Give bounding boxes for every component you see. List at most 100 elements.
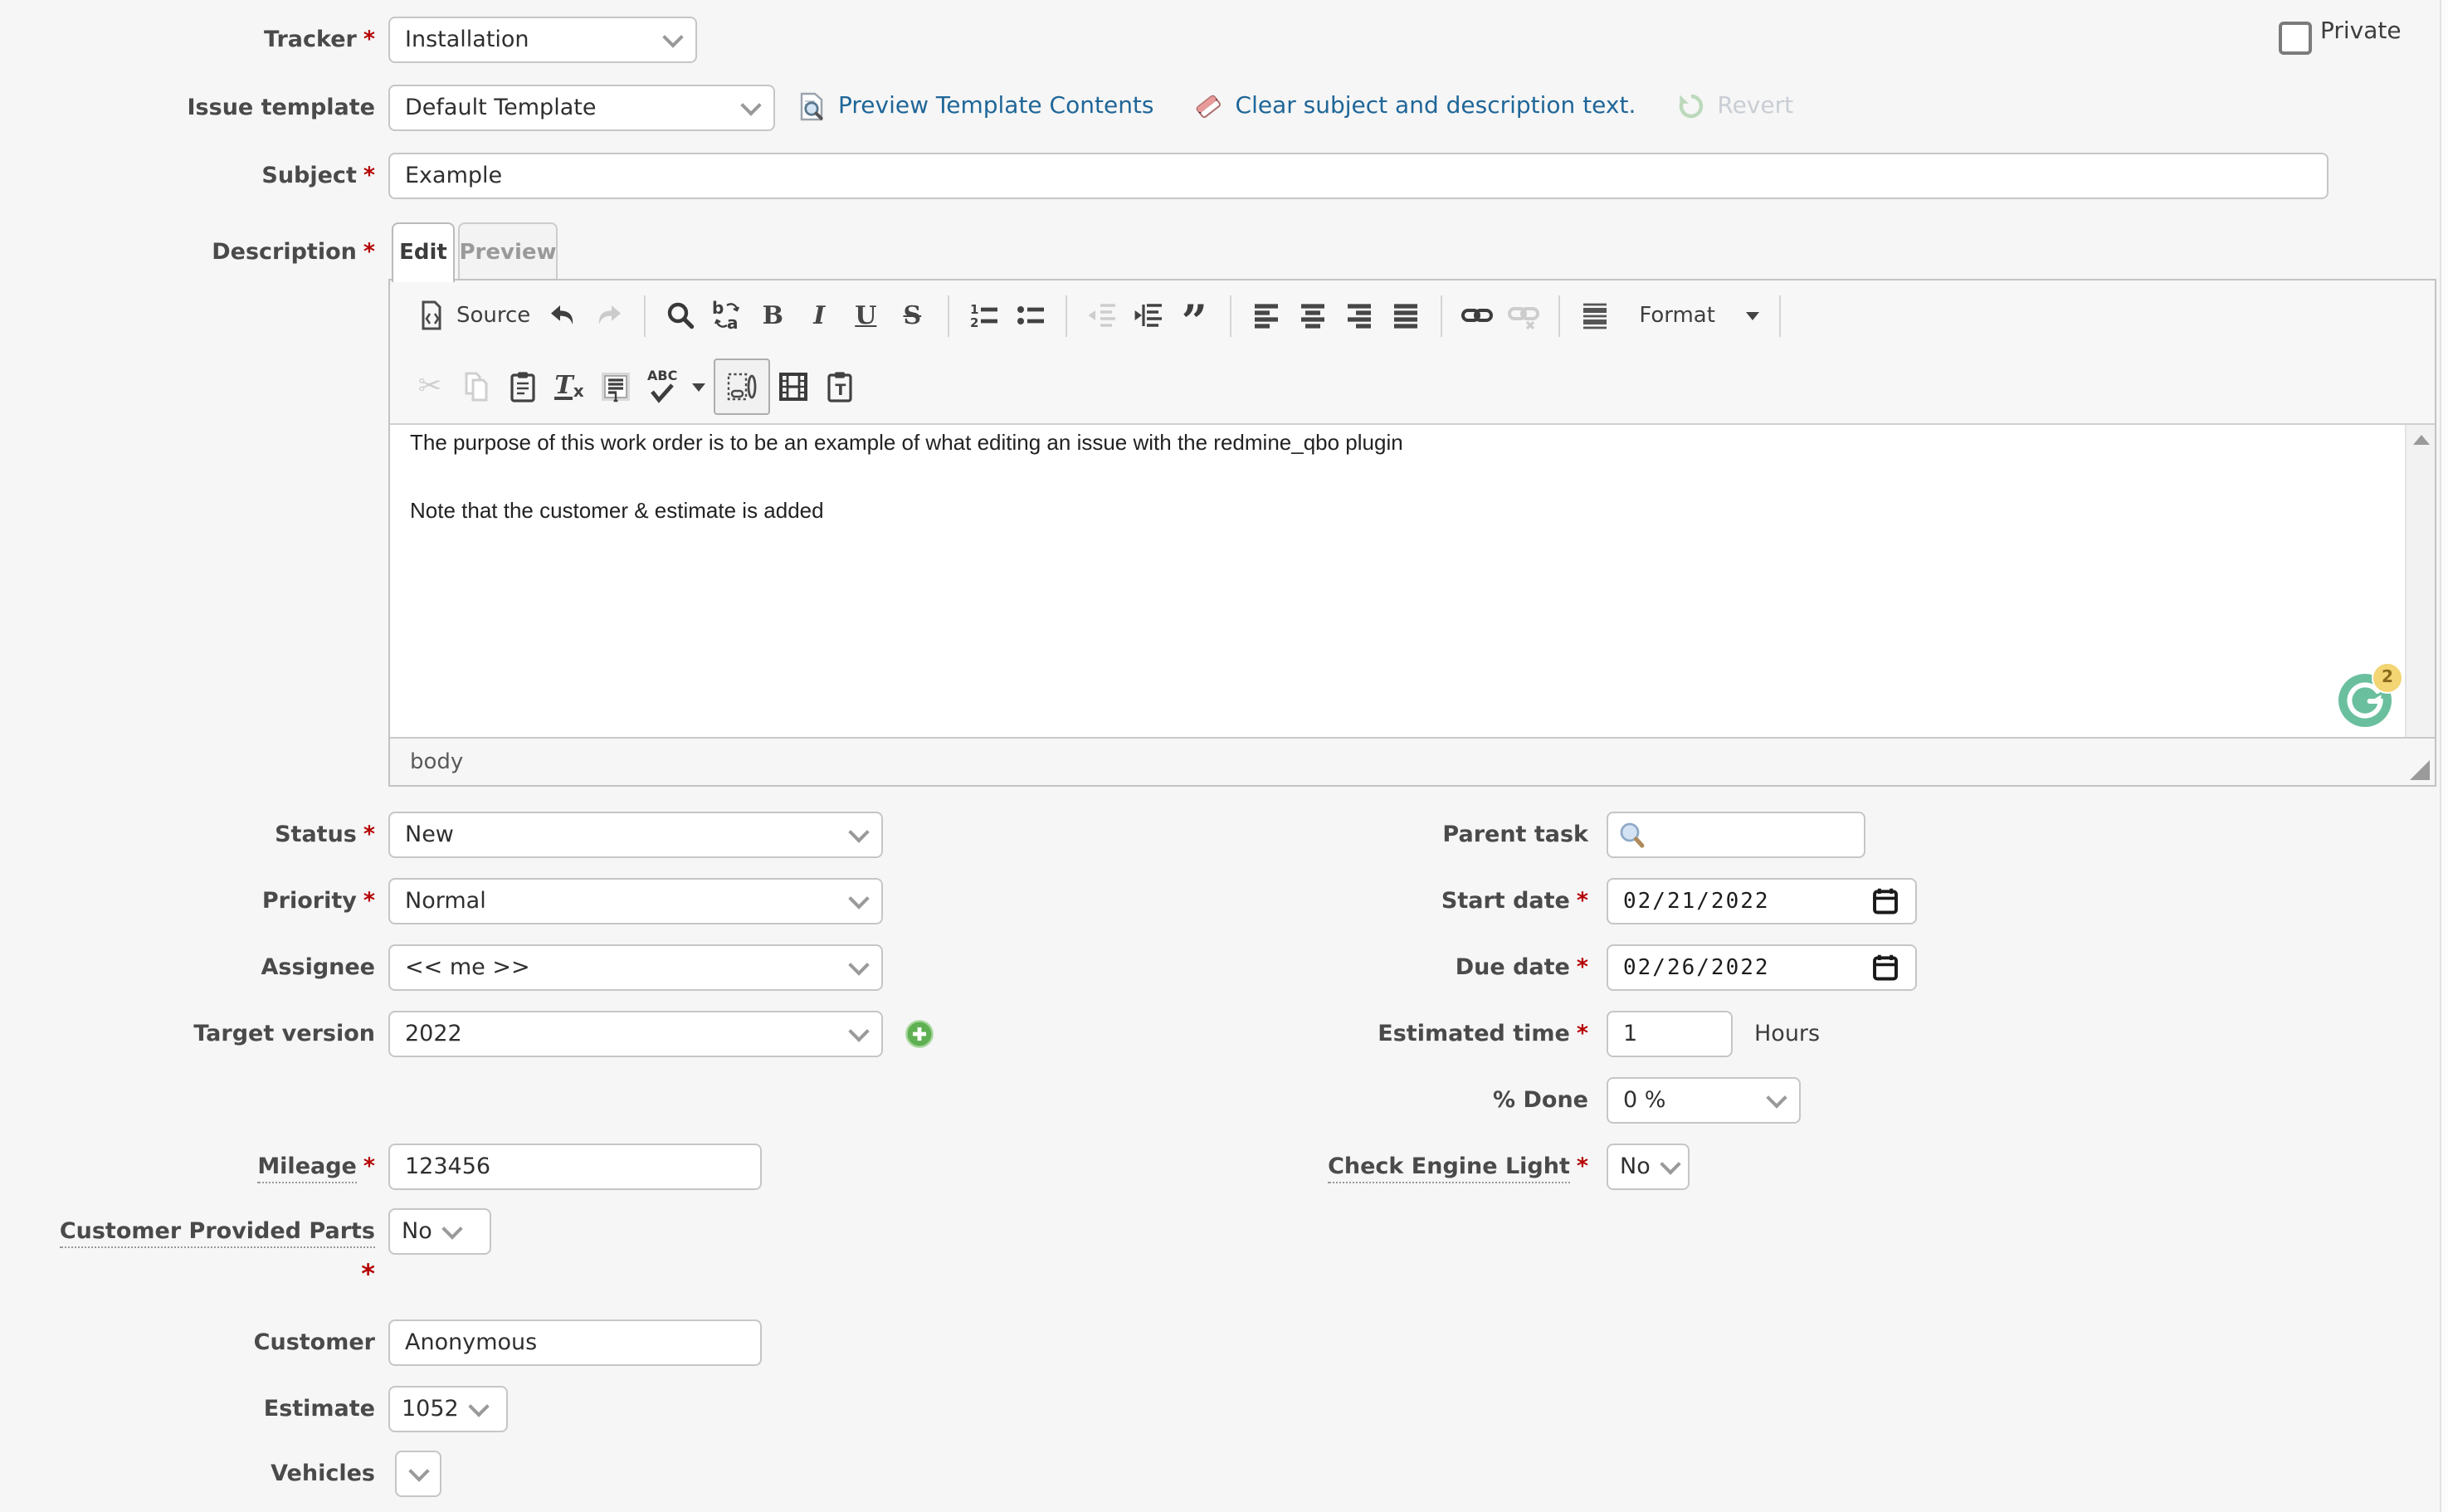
show-blocks-icon[interactable]: [714, 358, 770, 415]
revert-link: Revert: [1717, 93, 1793, 119]
start-date-input[interactable]: 02/21/2022: [1607, 878, 1917, 924]
description-content[interactable]: The purpose of this work order is to be …: [390, 423, 2435, 737]
link-button[interactable]: [1453, 292, 1500, 339]
indent-button[interactable]: [1124, 292, 1171, 339]
chevron-down-icon: [848, 954, 869, 975]
status-label: Status*: [0, 812, 375, 858]
editor-toolbar-row2: ✂ Tx ABC T: [390, 350, 2435, 423]
remove-format-icon[interactable]: Tx: [546, 363, 592, 410]
add-version-button[interactable]: [905, 1019, 934, 1049]
preview-template-link[interactable]: Preview Template Contents: [838, 93, 1154, 119]
chevron-down-icon: [848, 1021, 869, 1041]
estimated-time-input[interactable]: 1: [1607, 1011, 1733, 1057]
undo-button[interactable]: [539, 292, 585, 339]
find-icon[interactable]: [656, 292, 703, 339]
window-edge: [2440, 0, 2448, 1512]
bold-button[interactable]: B: [749, 292, 796, 339]
estimate-select[interactable]: 1052: [388, 1386, 508, 1432]
parent-task-input[interactable]: [1607, 812, 1865, 858]
assignee-select[interactable]: << me >>: [388, 944, 883, 991]
element-path[interactable]: body: [410, 749, 463, 774]
revert-icon: [1675, 91, 1705, 121]
calendar-icon[interactable]: [1870, 953, 1900, 983]
tab-edit[interactable]: Edit: [392, 222, 455, 282]
calendar-icon[interactable]: [1870, 886, 1900, 916]
grammarly-badge: 2: [2372, 662, 2403, 694]
line-spacing-icon[interactable]: [1571, 292, 1617, 339]
percent-done-select[interactable]: 0 %: [1607, 1077, 1801, 1124]
priority-label: Priority*: [0, 878, 375, 924]
chevron-down-icon: [407, 1461, 428, 1481]
source-icon: [415, 299, 448, 332]
caret-down-icon: [1747, 311, 1760, 319]
svg-text:T: T: [836, 381, 846, 399]
issue-template-select[interactable]: Default Template: [388, 85, 775, 131]
undo-icon: [545, 299, 578, 332]
due-date-input[interactable]: 02/26/2022: [1607, 944, 1917, 991]
subject-label: Subject*: [0, 153, 375, 199]
required-marker: *: [363, 822, 375, 848]
description-line: The purpose of this work order is to be …: [390, 425, 2435, 461]
italic-button[interactable]: I: [796, 292, 842, 339]
check-engine-light-select[interactable]: No: [1607, 1144, 1690, 1190]
replace-icon[interactable]: ba: [703, 292, 749, 339]
chevron-down-icon: [1660, 1154, 1681, 1174]
paste-icon[interactable]: [500, 363, 546, 410]
grammarly-icon[interactable]: 2: [2338, 674, 2392, 727]
target-version-select[interactable]: 2022: [388, 1011, 883, 1057]
underline-button[interactable]: U: [842, 292, 889, 339]
align-left-button[interactable]: [1242, 292, 1289, 339]
mileage-input[interactable]: 123456: [388, 1144, 762, 1190]
svg-text:a: a: [726, 313, 738, 332]
parent-task-label: Parent task: [996, 812, 1588, 858]
resize-handle-icon[interactable]: [2410, 760, 2430, 780]
editor-toolbar-row1: Source ba B I U S 12 ”: [390, 280, 2435, 350]
status-select[interactable]: New: [388, 812, 883, 858]
align-justify-button[interactable]: [1382, 292, 1428, 339]
spellcheck-icon[interactable]: ABC: [639, 363, 714, 410]
media-icon[interactable]: [770, 363, 817, 410]
select-all-icon[interactable]: [592, 363, 639, 410]
description-line: Note that the customer & estimate is add…: [390, 493, 2435, 529]
issue-edit-form: Tracker* Installation Private Issue temp…: [0, 0, 2448, 1512]
format-dropdown[interactable]: Format: [1631, 292, 1768, 339]
estimated-time-label: Estimated time*: [996, 1011, 1588, 1057]
redo-button: [585, 292, 632, 339]
outdent-button: [1078, 292, 1124, 339]
preview-template-icon: [797, 91, 827, 121]
chevron-down-icon: [848, 888, 869, 909]
paste-text-icon[interactable]: T: [817, 363, 863, 410]
vehicles-select[interactable]: [395, 1451, 441, 1497]
mileage-label: Mileage*: [0, 1144, 375, 1190]
priority-select[interactable]: Normal: [388, 878, 883, 924]
required-marker: *: [1577, 888, 1588, 915]
clear-subject-link[interactable]: Clear subject and description text.: [1236, 93, 1636, 119]
source-button[interactable]: Source: [407, 292, 539, 339]
required-marker: *: [363, 163, 375, 189]
tracker-select[interactable]: Installation: [388, 17, 697, 63]
description-editor: Source ba B I U S 12 ”: [388, 279, 2436, 787]
customer-provided-parts-select[interactable]: No: [388, 1208, 491, 1255]
customer-label: Customer: [0, 1319, 375, 1366]
redo-icon: [592, 299, 625, 332]
tracker-label: Tracker*: [0, 17, 375, 63]
chevron-down-icon: [740, 95, 761, 115]
numbered-list-button[interactable]: 12: [960, 292, 1007, 339]
align-center-button[interactable]: [1289, 292, 1335, 339]
scroll-up-icon[interactable]: [2412, 435, 2429, 445]
required-marker: *: [363, 239, 375, 266]
caret-down-icon: [692, 383, 705, 391]
blockquote-button[interactable]: ”: [1171, 292, 1217, 339]
required-marker: *: [363, 1154, 375, 1180]
copy-icon: [453, 363, 500, 410]
strikethrough-button[interactable]: S: [889, 292, 935, 339]
tab-preview[interactable]: Preview: [458, 222, 558, 282]
align-right-button[interactable]: [1335, 292, 1382, 339]
required-marker: *: [363, 888, 375, 915]
editor-scrollbar[interactable]: [2405, 425, 2435, 737]
template-actions: Preview Template Contents Clear subject …: [797, 91, 1793, 121]
private-checkbox[interactable]: [2279, 22, 2312, 55]
customer-input[interactable]: Anonymous: [388, 1319, 762, 1366]
bulleted-list-button[interactable]: [1007, 292, 1053, 339]
subject-input[interactable]: Example: [388, 153, 2329, 199]
